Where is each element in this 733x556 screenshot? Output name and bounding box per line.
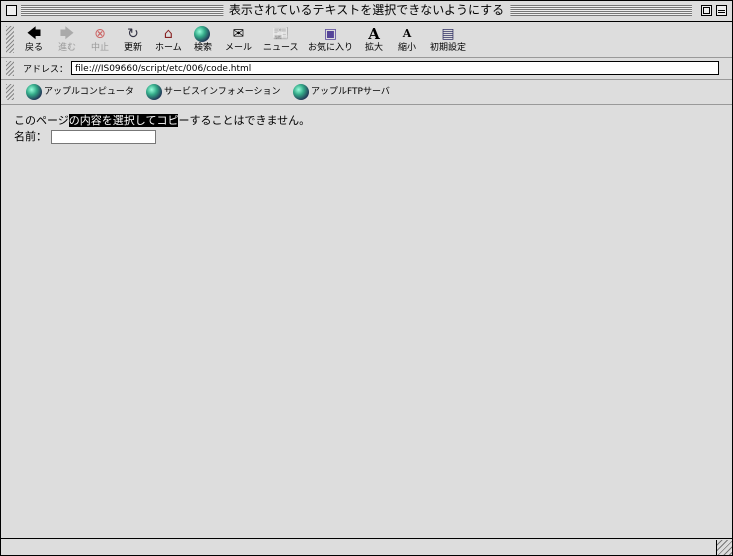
text-larger-icon: A [368, 25, 380, 43]
favorite-label: アップルFTPサーバ [311, 87, 390, 97]
name-input[interactable] [51, 130, 156, 144]
stop-icon: ⊗ [94, 26, 106, 42]
favorites-button[interactable]: ▣ お気に入り [308, 25, 353, 53]
toolbar: 🡄 戻る 🡆 進む ⊗ 中止 ↻ 更新 ⌂ ホーム 検索 ✉ メール 📰 ニュー… [1, 22, 732, 58]
close-box[interactable] [6, 5, 17, 16]
news-label: ニュース [263, 43, 299, 53]
name-row: 名前： [14, 129, 310, 145]
favorites-bar: アップルコンピュータ サービスインフォメーション アップルFTPサーバ [1, 80, 732, 105]
favorite-label: サービスインフォメーション [164, 87, 281, 97]
favorite-label: アップルコンピュータ [44, 87, 134, 97]
name-label: 名前： [14, 130, 47, 143]
forward-button[interactable]: 🡆 進む [58, 25, 76, 53]
search-globe-icon [194, 25, 212, 43]
favorite-apple-ftp[interactable]: アップルFTPサーバ [293, 83, 390, 101]
news-button[interactable]: 📰 ニュース [263, 25, 299, 53]
text-larger-button[interactable]: A 拡大 [365, 25, 383, 53]
search-label: 検索 [194, 43, 213, 53]
text-smaller-button[interactable]: A 縮小 [398, 25, 416, 53]
back-label: 戻る [25, 43, 44, 53]
refresh-button[interactable]: ↻ 更新 [124, 25, 142, 53]
stop-button[interactable]: ⊗ 中止 [91, 25, 109, 53]
home-icon: ⌂ [163, 26, 173, 42]
preferences-icon: ▤ [441, 26, 455, 42]
address-input[interactable]: file:///IS09660/script/etc/006/code.html [71, 61, 719, 75]
mail-icon: ✉ [232, 26, 245, 42]
favorite-service-info[interactable]: サービスインフォメーション [146, 83, 281, 101]
selected-text: の内容を選択してコピ [68, 114, 179, 127]
notice-before: このページ [14, 114, 69, 127]
zoom-box[interactable] [701, 5, 712, 16]
refresh-icon: ↻ [127, 26, 139, 42]
back-button[interactable]: 🡄 戻る [25, 25, 43, 53]
favorite-apple-computer[interactable]: アップルコンピュータ [26, 83, 134, 101]
home-label: ホーム [155, 43, 182, 53]
window-title: 表示されているテキストを選択できないようにする [222, 3, 511, 18]
favorites-icon: ▣ [323, 26, 338, 42]
globe-icon [146, 83, 162, 100]
news-icon: 📰 [272, 26, 290, 42]
preferences-button[interactable]: ▤ 初期設定 [430, 25, 466, 53]
toolbar-grip[interactable] [6, 26, 14, 53]
mail-label: メール [225, 43, 253, 53]
horizontal-scrollbar[interactable] [1, 538, 732, 555]
favorites-grip[interactable] [6, 84, 14, 100]
stop-label: 中止 [91, 43, 110, 53]
page-content: このページの内容を選択してコピーすることはできません。 名前： [14, 113, 310, 145]
address-bar: アドレス： file:///IS09660/script/etc/006/cod… [1, 58, 732, 80]
globe-icon [26, 83, 42, 100]
notice-text: このページの内容を選択してコピーすることはできません。 [14, 113, 310, 129]
address-label: アドレス： [23, 65, 69, 75]
mail-button[interactable]: ✉ メール [225, 25, 252, 53]
forward-label: 進む [58, 43, 77, 53]
favorites-label: お気に入り [308, 43, 354, 53]
home-button[interactable]: ⌂ ホーム [155, 25, 182, 53]
address-grip[interactable] [6, 61, 14, 76]
text-larger-label: 拡大 [365, 43, 384, 53]
notice-after: ーすることはできません。 [178, 114, 311, 127]
resize-handle[interactable] [716, 540, 732, 555]
browser-window: 表示されているテキストを選択できないようにする 🡄 戻る 🡆 進む ⊗ 中止 ↻… [0, 0, 733, 556]
preferences-label: 初期設定 [430, 43, 467, 53]
collapse-box[interactable] [716, 5, 727, 16]
title-bar[interactable]: 表示されているテキストを選択できないようにする [1, 1, 732, 22]
back-arrow-icon: 🡄 [26, 26, 42, 42]
text-smaller-label: 縮小 [398, 43, 417, 53]
forward-arrow-icon: 🡆 [59, 26, 75, 42]
search-button[interactable]: 検索 [194, 25, 212, 53]
globe-icon [293, 83, 309, 100]
text-smaller-icon: A [402, 27, 412, 40]
refresh-label: 更新 [124, 43, 143, 53]
